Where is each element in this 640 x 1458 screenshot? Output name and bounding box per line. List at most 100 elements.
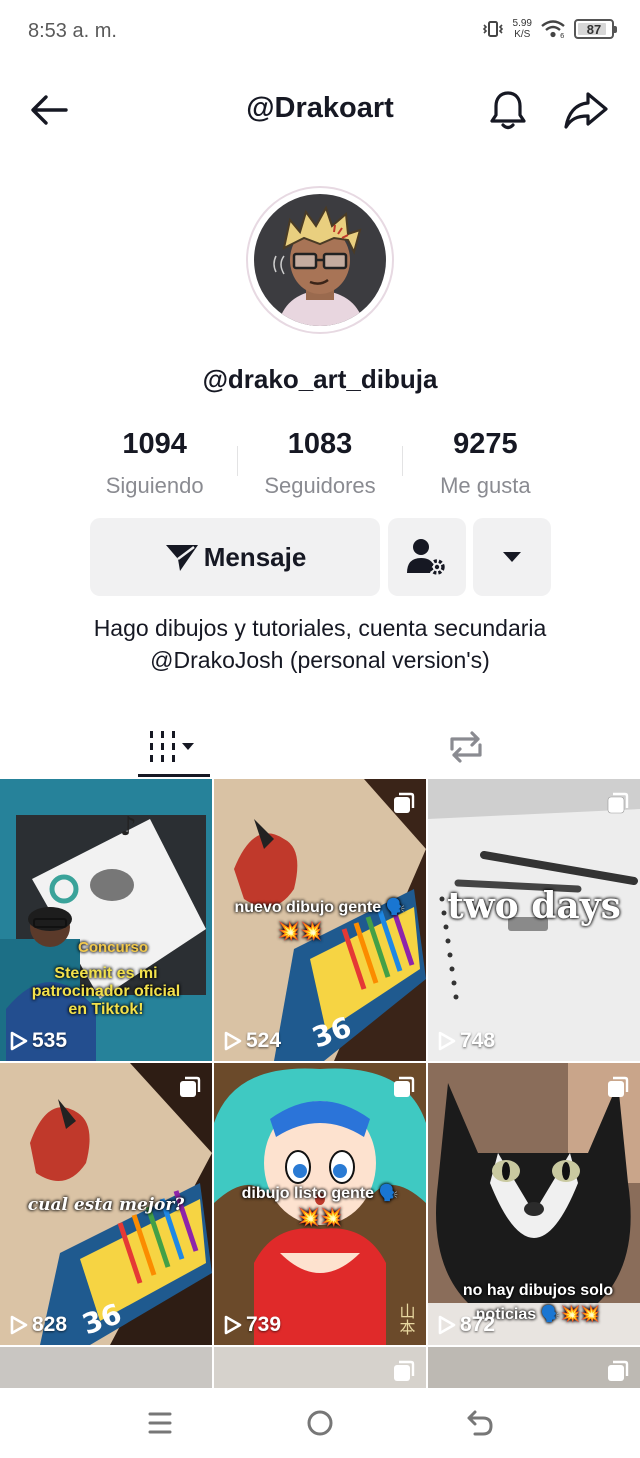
play-icon [224, 1315, 242, 1335]
share-button[interactable] [562, 88, 610, 132]
play-icon [224, 1031, 242, 1051]
likes-label: Me gusta [440, 473, 531, 498]
svg-text:山本: 山本 [397, 1303, 416, 1335]
profile-username: @drako_art_dibuja [202, 364, 438, 394]
menu-icon [148, 1412, 172, 1434]
followers-label: Seguidores [264, 473, 376, 498]
message-label: Mensaje [203, 541, 307, 572]
video-thumbnail: 36 [214, 779, 426, 1061]
avatar[interactable] [254, 194, 386, 326]
page-title: @Drakoart [246, 92, 394, 124]
video-tile[interactable]: 山本 dibujo listo gente 🗣️ 💥💥 739 [214, 1063, 426, 1345]
video-tile[interactable] [214, 1347, 426, 1389]
video-tile[interactable]: no hay dibujos solo noticias 🗣️💥💥 872 [428, 1063, 640, 1345]
more-options-button[interactable] [473, 518, 551, 596]
view-count-value: 872 [460, 1313, 496, 1336]
likes-count: 9275 [453, 428, 518, 460]
video-tile[interactable]: 36 cual esta mejor? 828 [0, 1063, 212, 1345]
profile-header: @Drakoart [0, 78, 640, 142]
back-button[interactable] [28, 90, 72, 130]
vibrate-icon [481, 19, 505, 39]
user-gear-icon [407, 539, 445, 575]
video-tile[interactable] [0, 1347, 212, 1389]
video-caption-emoji: 💥💥 [277, 921, 323, 941]
video-thumbnail: 山本 [214, 1063, 426, 1345]
video-caption: dibujo listo gente 🗣️ [241, 1185, 399, 1202]
video-caption: nuevo dibujo gente 🗣️ [234, 899, 406, 916]
tab-active-indicator [138, 774, 210, 777]
stat-following[interactable]: 1094 Siguiendo [72, 424, 237, 504]
home-button[interactable] [300, 1406, 340, 1440]
battery-icon: 87 [574, 19, 617, 39]
svg-text:♪: ♪ [120, 812, 137, 842]
view-count: 524 [224, 1029, 281, 1053]
following-count: 1094 [122, 428, 187, 460]
recent-apps-button[interactable] [140, 1406, 180, 1440]
view-count: 748 [438, 1029, 495, 1053]
followers-count: 1083 [287, 428, 353, 460]
carousel-icon [178, 1075, 202, 1104]
message-button[interactable]: Mensaje [90, 518, 380, 596]
play-icon [10, 1315, 28, 1335]
status-bar: 8:53 a. m. 5.99 K/S 6 87 [0, 0, 640, 64]
view-count: 739 [224, 1313, 281, 1337]
stat-followers[interactable]: 1083 Seguidores [237, 424, 402, 504]
system-back-button[interactable] [460, 1406, 500, 1440]
video-caption: two days [447, 885, 621, 927]
play-icon [438, 1031, 456, 1051]
view-count: 828 [10, 1313, 67, 1337]
view-count-value: 739 [246, 1313, 282, 1336]
paper-plane-icon [165, 545, 198, 571]
tab-videos[interactable] [138, 716, 210, 778]
stat-divider [402, 446, 403, 476]
net-speed-value: 5.99 [512, 18, 532, 29]
system-nav-bar [0, 1388, 640, 1458]
video-tile[interactable]: 36 nuevo dibujo gente 🗣️ 💥💥 524 [214, 779, 426, 1061]
net-speed-unit: K/S [514, 29, 531, 40]
home-circle-icon [307, 1410, 333, 1436]
carousel-icon [392, 1075, 416, 1104]
carousel-icon [606, 1359, 630, 1388]
carousel-icon [606, 791, 630, 820]
video-tile[interactable]: two days 748 [428, 779, 640, 1061]
video-tile[interactable] [428, 1347, 640, 1389]
status-icons: 5.99 K/S 6 87 [481, 18, 617, 40]
network-speed: 5.99 K/S [513, 18, 532, 40]
profile-stats: 1094 Siguiendo 1083 Seguidores 9275 Me g… [72, 424, 568, 504]
view-count-value: 524 [246, 1029, 282, 1052]
stat-divider [237, 446, 238, 476]
view-count: 535 [10, 1029, 67, 1053]
video-grid: ♪ Concurso Steemit es mi patrocinador of… [0, 779, 640, 1389]
carousel-icon [392, 791, 416, 820]
following-label: Siguiendo [105, 473, 204, 498]
video-caption-emoji: 💥💥 [297, 1207, 343, 1227]
repost-icon [450, 731, 482, 763]
video-caption: Steemit es mi [54, 965, 158, 982]
grid-icon [150, 731, 194, 762]
tab-reposts[interactable] [430, 716, 502, 778]
wifi-icon: 6 [540, 19, 566, 39]
arrow-left-icon [31, 95, 68, 125]
stat-likes[interactable]: 9275 Me gusta [403, 424, 568, 504]
battery-level: 87 [586, 21, 602, 37]
share-icon [564, 92, 608, 129]
bell-icon [490, 91, 526, 130]
follow-settings-button[interactable] [388, 518, 466, 596]
video-caption: patrocinador oficial [31, 983, 181, 1000]
view-count-value: 535 [32, 1029, 68, 1052]
undo-arrow-icon [467, 1410, 493, 1436]
play-icon [438, 1315, 456, 1335]
avatar-illustration [254, 194, 386, 326]
svg-text:6: 6 [560, 32, 565, 39]
view-count: 872 [438, 1313, 495, 1337]
status-time: 8:53 a. m. [28, 20, 117, 42]
profile-tabs [0, 716, 640, 778]
view-count-value: 828 [32, 1313, 68, 1336]
video-tile[interactable]: ♪ Concurso Steemit es mi patrocinador of… [0, 779, 212, 1061]
notifications-button[interactable] [486, 88, 530, 132]
avatar-ring[interactable] [246, 186, 394, 334]
profile-bio: Hago dibujos y tutoriales, cuenta secund… [93, 615, 547, 673]
carousel-icon [392, 1359, 416, 1388]
video-caption: en Tiktok! [68, 1001, 144, 1018]
video-caption: cual esta mejor? [27, 1195, 185, 1215]
